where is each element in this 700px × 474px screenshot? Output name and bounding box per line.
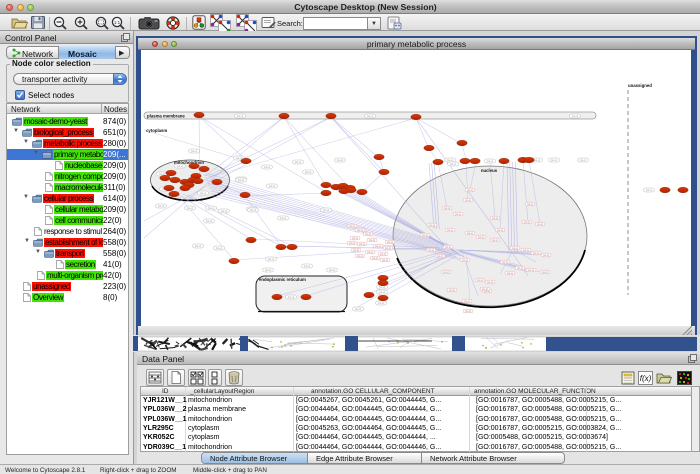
svg-text:(xx-x): (xx-x) [265,268,272,272]
svg-text:(xx-x): (xx-x) [492,217,498,220]
svg-text:(xx-x): (xx-x) [542,271,548,274]
svg-text:(xx-x): (xx-x) [337,158,344,162]
svg-text:(xx-x): (xx-x) [352,237,358,240]
svg-text:(xx-x): (xx-x) [367,114,374,118]
svg-text:(xx-x): (xx-x) [208,206,215,210]
svg-text:(xx-x): (xx-x) [379,290,386,294]
svg-text:(xx-x): (xx-x) [304,264,311,268]
svg-text:1:1: 1:1 [114,20,121,25]
svg-text:(xx-x): (xx-x) [380,253,386,256]
svg-text:plasma membrane: plasma membrane [147,114,185,119]
svg-text:(xx-x): (xx-x) [365,233,371,236]
svg-text:(xx-x): (xx-x) [517,267,523,270]
svg-text:(xx-x): (xx-x) [372,257,378,260]
svg-text:(xx-x): (xx-x) [200,191,207,195]
svg-text:(xx-x): (xx-x) [323,208,330,212]
svg-text:(xx-x): (xx-x) [497,229,503,232]
svg-text:(xx-x): (xx-x) [464,300,470,303]
svg-text:(xx-x): (xx-x) [447,158,454,162]
svg-text:unassigned: unassigned [628,83,652,88]
svg-text:(xx-x): (xx-x) [187,206,194,210]
svg-text:(xx-x): (xx-x) [385,247,391,250]
svg-text:(xx-x): (xx-x) [487,281,493,284]
svg-text:(xx-x): (xx-x) [357,229,363,232]
svg-text:(xx-x): (xx-x) [528,269,534,272]
svg-text:(xx-x): (xx-x) [467,232,473,235]
svg-text:(xx-x): (xx-x) [445,246,451,249]
svg-text:(xx-x): (xx-x) [269,184,276,188]
svg-text:cytoplasm: cytoplasm [146,128,167,133]
svg-text:(xx-x): (xx-x) [349,242,355,245]
svg-text:(xx-x): (xx-x) [367,251,373,254]
svg-text:(xx-x): (xx-x) [195,244,202,248]
svg-text:(xx-x): (xx-x) [216,246,223,250]
svg-text:(xx-x): (xx-x) [534,158,541,162]
svg-text:(xx-x): (xx-x) [523,249,529,252]
svg-text:(xx-x): (xx-x) [551,158,558,162]
svg-text:(xx-x): (xx-x) [355,307,362,311]
svg-text:(xx-x): (xx-x) [280,216,287,220]
svg-text:(xx-x): (xx-x) [465,199,471,202]
svg-text:(xx-x): (xx-x) [206,219,213,223]
svg-text:(xx-x): (xx-x) [382,259,388,262]
svg-text:(xx-x): (xx-x) [482,288,488,291]
svg-text:(xx-x): (xx-x) [527,203,533,206]
svg-text:(xx-x): (xx-x) [507,272,513,275]
svg-text:(xx-x): (xx-x) [387,241,393,244]
svg-text:(xx-x): (xx-x) [462,259,468,262]
svg-text:(xx-x): (xx-x) [465,310,471,313]
svg-text:(xx-x): (xx-x) [349,225,355,228]
svg-text:(xx-x): (xx-x) [221,209,228,213]
svg-text:(xx-x): (xx-x) [455,213,461,216]
svg-text:(xx-x): (xx-x) [422,234,428,237]
svg-text:(xx-x): (xx-x) [512,247,518,250]
svg-text:(xx-x): (xx-x) [543,254,549,257]
svg-text:(xx-x): (xx-x) [375,245,381,248]
svg-text:(xx-x): (xx-x) [443,271,449,274]
svg-text:(xx-x): (xx-x) [533,252,539,255]
svg-text:(xx-x): (xx-x) [487,159,494,163]
svg-text:(xx-x): (xx-x) [353,249,359,252]
svg-text:(xx-x): (xx-x) [359,243,365,246]
svg-text:(xx-x): (xx-x) [177,164,184,168]
svg-text:(xx-x): (xx-x) [378,301,385,305]
svg-text:endoplasmic reticulum: endoplasmic reticulum [259,277,306,282]
svg-text:(xx-x): (xx-x) [492,239,498,242]
svg-text:(xx-x): (xx-x) [369,239,375,242]
svg-text:(xx-x): (xx-x) [238,178,245,182]
svg-text:(xx-x): (xx-x) [429,224,435,227]
svg-text:(xx-x): (xx-x) [305,170,312,174]
svg-text:(xx-x): (xx-x) [478,236,484,239]
svg-text:(xx-x): (xx-x) [250,208,257,212]
svg-text:(xx-x): (xx-x) [158,204,165,208]
svg-text:(xx-x): (xx-x) [264,165,271,169]
svg-text:(xx-x): (xx-x) [437,255,443,258]
svg-text:(xx-x): (xx-x) [288,295,295,299]
svg-text:(xx-x): (xx-x) [329,268,336,272]
svg-text:(xx-x): (xx-x) [646,188,653,192]
svg-text:(xx-x): (xx-x) [580,158,587,162]
svg-text:(xx-x): (xx-x) [191,149,198,153]
svg-text:(xx-x): (xx-x) [357,255,363,258]
svg-text:(xx-x): (xx-x) [447,229,453,232]
svg-text:(xx-x): (xx-x) [268,257,275,261]
svg-text:(xx-x): (xx-x) [467,189,473,192]
svg-text:(xx-x): (xx-x) [450,162,457,166]
svg-text:(xx-x): (xx-x) [237,114,244,118]
svg-text:(xx-x): (xx-x) [477,279,483,282]
svg-text:(xx-x): (xx-x) [502,261,508,264]
svg-text:(xx-x): (xx-x) [428,249,434,252]
svg-text:(xx-x): (xx-x) [444,207,450,210]
svg-text:(xx-x): (xx-x) [537,223,543,226]
svg-text:nucleus: nucleus [481,168,498,173]
svg-text:(xx-x): (xx-x) [572,114,579,118]
svg-text:(xx-x): (xx-x) [295,160,302,164]
svg-text:(xx-x): (xx-x) [524,221,530,224]
svg-text:(xx-x): (xx-x) [449,289,455,292]
